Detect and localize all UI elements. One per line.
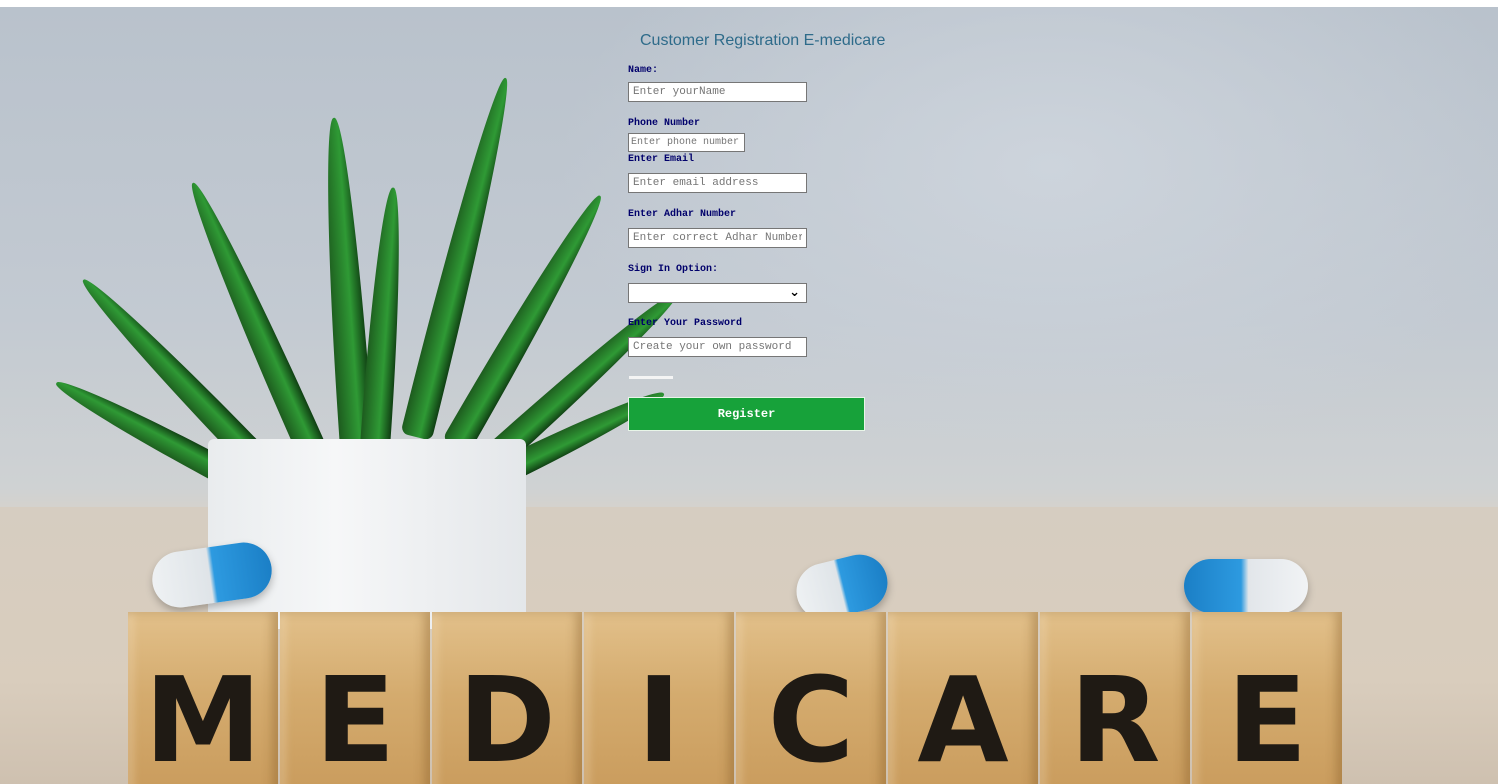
letter-block: A [888, 612, 1038, 784]
plant-pot [208, 439, 526, 629]
pill-icon [1184, 559, 1308, 613]
letter-block: I [584, 612, 734, 784]
phone-input[interactable] [628, 133, 745, 152]
signin-option-select[interactable]: ⌄ [628, 283, 807, 303]
email-input[interactable] [628, 173, 807, 193]
signin-option-label: Sign In Option: [628, 264, 719, 275]
phone-label: Phone Number [628, 118, 701, 129]
register-button[interactable]: Register [628, 397, 865, 431]
email-label: Enter Email [628, 154, 695, 165]
letter-block: E [280, 612, 430, 784]
medicare-blocks: M E D I C A R E [128, 612, 1344, 784]
background-image: M E D I C A R E [0, 7, 1498, 784]
chevron-down-icon: ⌄ [789, 285, 800, 300]
name-label: Name: [628, 65, 659, 76]
letter-block: C [736, 612, 886, 784]
adhar-input[interactable] [628, 228, 807, 248]
name-input[interactable] [628, 82, 807, 102]
letter-block: E [1192, 612, 1342, 784]
password-strength-bar [629, 376, 673, 379]
page-title: Customer Registration E-medicare [640, 32, 886, 49]
password-input[interactable] [628, 337, 807, 357]
letter-block: D [432, 612, 582, 784]
adhar-label: Enter Adhar Number [628, 209, 737, 220]
letter-block: M [128, 612, 278, 784]
password-label: Enter Your Password [628, 318, 743, 329]
letter-block: R [1040, 612, 1190, 784]
